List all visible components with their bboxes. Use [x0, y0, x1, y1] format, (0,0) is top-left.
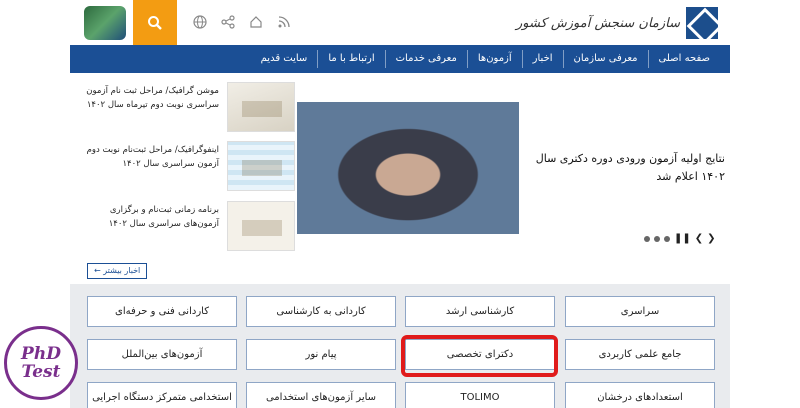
share-icon[interactable]	[220, 14, 236, 30]
main-news-photo[interactable]	[297, 102, 519, 234]
side-news-thumbnail[interactable]	[227, 82, 295, 132]
side-news-title[interactable]: موشن گرافیک/ مراحل ثبت نام آزمون سراسری …	[79, 84, 219, 112]
exam-button-international[interactable]: آزمون‌های بین‌الملل	[87, 339, 237, 370]
anniversary-logo[interactable]	[84, 6, 126, 40]
side-news-item[interactable]: موشن گرافیک/ مراحل ثبت نام آزمون سراسری …	[80, 82, 295, 134]
logo-text: سازمان سنجش آموزش کشور	[516, 15, 680, 31]
slider-controls: ❚❚ ❮ ❯	[644, 233, 716, 244]
home-icon[interactable]	[248, 14, 264, 30]
slider-dot[interactable]	[644, 235, 650, 242]
badge-line-1: PhD	[21, 344, 61, 364]
exam-button-technical-associate[interactable]: کاردانی فنی و حرفه‌ای	[87, 296, 237, 327]
exam-button-associate-to-bachelor[interactable]: کاردانی به کارشناسی	[246, 296, 396, 327]
globe-icon[interactable]	[192, 14, 208, 30]
side-news-item[interactable]: برنامه زمانی ثبت‌نام و برگزاری آزمون‌های…	[80, 201, 295, 253]
site-logo[interactable]: سازمان سنجش آموزش کشور	[516, 7, 718, 39]
nav-item-services[interactable]: معرفی خدمات	[384, 50, 467, 68]
main-news-title[interactable]: نتایج اولیه آزمون ورودی دوره دکتری سال ۱…	[525, 150, 725, 186]
exam-button-central-employment[interactable]: استخدامی متمرکز دستگاه اجرایی	[87, 382, 237, 408]
nav-item-old-site[interactable]: سایت قدیم	[251, 50, 318, 68]
header: سازمان سنجش آموزش کشور	[70, 0, 730, 45]
badge-line-2: Test	[21, 362, 61, 382]
nav-item-home[interactable]: صفحه اصلی	[647, 50, 720, 68]
pause-icon[interactable]: ❚❚	[674, 233, 691, 244]
slider-dot[interactable]	[654, 235, 660, 242]
search-icon	[148, 15, 162, 30]
logo-mark-icon	[686, 7, 718, 39]
search-button[interactable]	[133, 0, 177, 45]
side-news-thumbnail[interactable]	[227, 201, 295, 251]
exam-button-tolimo[interactable]: TOLIMO	[405, 382, 555, 408]
side-news-title[interactable]: اینفوگرافیک/ مراحل ثبت‌نام نوبت دوم آزمو…	[79, 143, 219, 171]
exam-grid: سراسری کارشناسی ارشد کاردانی به کارشناسی…	[70, 284, 730, 408]
rss-icon[interactable]	[276, 14, 292, 30]
phd-test-badge: PhD Test	[4, 326, 78, 400]
exam-button-payam-noor[interactable]: پیام نور	[246, 339, 396, 370]
side-news-item[interactable]: اینفوگرافیک/ مراحل ثبت‌نام نوبت دوم آزمو…	[80, 141, 295, 193]
exam-button-applied-science[interactable]: جامع علمی کاربردی	[565, 339, 715, 370]
slider-dot[interactable]	[664, 235, 670, 242]
side-news-thumbnail[interactable]	[227, 141, 295, 191]
exam-button-masters[interactable]: کارشناسی ارشد	[405, 296, 555, 327]
news-section: موشن گرافیک/ مراحل ثبت نام آزمون سراسری …	[70, 80, 730, 260]
more-news-label: اخبار بیشتر	[103, 266, 141, 275]
nav-item-contact[interactable]: ارتباط با ما	[317, 50, 384, 68]
header-icons	[192, 14, 292, 30]
exam-button-sarasari[interactable]: سراسری	[565, 296, 715, 327]
exam-button-talents[interactable]: استعدادهای درخشان	[565, 382, 715, 408]
next-icon[interactable]: ❮	[695, 233, 703, 244]
arrow-left-icon: ←	[94, 266, 101, 275]
nav-item-news[interactable]: اخبار	[521, 50, 563, 68]
exam-button-phd[interactable]: دکترای تخصصی	[405, 339, 555, 370]
side-news-title[interactable]: برنامه زمانی ثبت‌نام و برگزاری آزمون‌های…	[79, 203, 219, 231]
nav-item-exams[interactable]: آزمون‌ها	[466, 50, 522, 68]
page: سازمان سنجش آموزش کشور صفحه اصلی معرفی س…	[70, 0, 730, 408]
prev-icon[interactable]: ❯	[707, 233, 715, 244]
exam-button-other-employment[interactable]: سایر آزمون‌های استخدامی	[246, 382, 396, 408]
main-nav: صفحه اصلی معرفی سازمان اخبار آزمون‌ها مع…	[70, 45, 730, 73]
nav-item-about[interactable]: معرفی سازمان	[562, 50, 648, 68]
more-news-button[interactable]: اخبار بیشتر ←	[87, 263, 148, 279]
